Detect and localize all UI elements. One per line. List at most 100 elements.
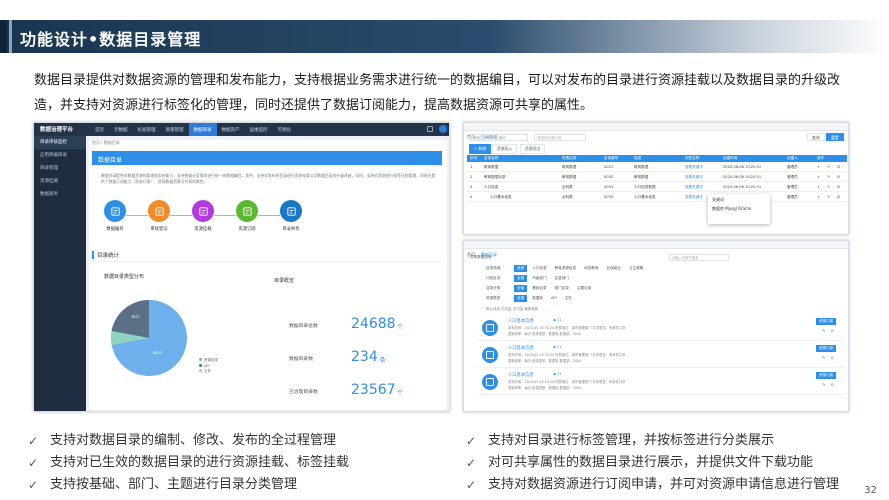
nav-item[interactable]: 数据目录 xyxy=(188,123,217,136)
card-action-icons[interactable]: ✎ ⊟ xyxy=(822,355,836,360)
flow-step-icon[interactable] xyxy=(280,200,302,222)
row-actions-icon[interactable]: + ✎ ⊟ xyxy=(817,173,843,182)
subscribe-button[interactable]: 资源订阅 xyxy=(816,318,836,325)
avatar[interactable] xyxy=(439,125,447,133)
filter-option[interactable]: 全部 xyxy=(514,264,528,272)
keyword-search-input[interactable]: 请输入关键字搜索 xyxy=(669,254,729,261)
nav-item[interactable]: 首页 xyxy=(90,123,109,136)
query-button[interactable]: 查询 xyxy=(807,133,825,141)
notification-icon[interactable] xyxy=(427,126,433,132)
table-row[interactable]: 2 教育数据目录 教育数据 0002 教育数据 查看关键字 2020-06-08 10:20… xyxy=(467,173,847,182)
filter-label: 目录分类 xyxy=(486,285,501,290)
bullet-item: ✓ 支持按基础、部门、主题进行目录分类管理 xyxy=(28,474,349,496)
filter-option[interactable]: 数据库 xyxy=(529,295,546,302)
row-actions-icon[interactable]: + ✎ ⊟ xyxy=(817,193,843,202)
flow-step-label: 资源挂载 xyxy=(194,227,212,232)
sort-bar[interactable]: 默认排序 访问量 访问量 最新更新 xyxy=(486,307,538,312)
filter-option[interactable]: 人口信息 xyxy=(529,265,549,272)
nav-item[interactable]: 数据资产 xyxy=(217,123,245,136)
table-row[interactable]: 1 教育数据 教育数据 0001 教育数据 查看关键字 2020-06-08 10:20:5… xyxy=(467,163,847,172)
table-cell[interactable]: 查看关键字 xyxy=(685,173,703,182)
filter-row: 资源类型 全部 数据库 API 文件 xyxy=(486,294,577,302)
table-cell: 人口信息 xyxy=(484,185,499,189)
catalog-card[interactable]: 人口基本信息 ◉ 21 发布时间：2020-05-18 10:20 所属单位：城市管… xyxy=(478,370,844,395)
sidebar-item[interactable]: 数据服务 xyxy=(34,188,86,201)
card-title[interactable]: 人口基本信息 xyxy=(508,345,534,351)
subscribe-button[interactable]: 资源订阅 xyxy=(816,345,836,352)
flow-step-icon[interactable] xyxy=(104,200,126,222)
table-cell[interactable]: 查看关键字 xyxy=(685,193,703,202)
flow-step-icon[interactable] xyxy=(148,200,170,222)
nav-item[interactable]: 运维监控 xyxy=(245,123,273,136)
card-title[interactable]: 人口基本信息 xyxy=(508,372,534,378)
toolbar-button[interactable]: 资源导入 xyxy=(492,144,518,154)
filter-option[interactable]: 全部 xyxy=(514,274,528,282)
card-action-icons[interactable]: ✎ ⊟ xyxy=(822,382,836,387)
app-logo: 数据治理平台 xyxy=(40,127,74,133)
search-input[interactable]: 请输入目录名称/编码 xyxy=(470,134,528,141)
filter-option[interactable]: 文件 xyxy=(562,295,575,302)
catalog-card[interactable]: 人口基本信息 ◉ 21 发布时间：2020-05-18 10:20 所属单位：城市管… xyxy=(478,316,844,341)
legend-label: 文件 xyxy=(204,369,211,373)
sidebar-item[interactable]: 应用库编目录 xyxy=(34,149,86,162)
check-icon: ✓ xyxy=(466,434,477,448)
column-header: 目录名称 xyxy=(484,156,499,160)
filter-option[interactable]: 部门目录 xyxy=(552,285,572,292)
filter-option[interactable]: 教育资源信息 xyxy=(552,265,580,272)
catalog-card[interactable]: 人口基本信息 ◉ 21 发布时间：2020-05-18 10:20 所属单位：城市管… xyxy=(478,343,844,368)
row-actions-icon[interactable]: + ✎ ⊟ xyxy=(817,183,843,192)
table-row[interactable]: 4人口基本信息全科数0003人口基本信息查看关键字2020-06-08 10:2… xyxy=(467,193,847,202)
table-cell[interactable]: 查看关键字 xyxy=(685,163,703,172)
card-meta-secondary: 更新频率：每日 资源类型：数据库 数据量：3000 xyxy=(508,332,582,336)
nav-item[interactable]: 可视化 xyxy=(273,123,297,136)
filter-option[interactable]: 卫生健康 xyxy=(626,265,646,272)
bullet-item: ✓ 对可共享属性的数据目录进行展示，并提供文件下载功能 xyxy=(466,452,839,474)
subscribe-button[interactable]: 资源订阅 xyxy=(816,372,836,379)
bullets-left: ✓ 支持对数据目录的编制、修改、发布的全过程管理 ✓ 支持对已生效的数据目录的进行资源… xyxy=(28,430,349,496)
stat-label: 数据目录数 xyxy=(289,357,313,362)
table-cell: 教育数据目录 xyxy=(484,175,506,179)
filter-label: 行政区划 xyxy=(486,275,501,280)
keyword-popup: 关键词 数据库 Mysql Oracle xyxy=(708,194,770,224)
filter-option[interactable]: 全部 xyxy=(514,294,528,302)
filter-option[interactable]: 区县部门 xyxy=(552,275,572,282)
nav-item[interactable]: 标准管理 xyxy=(133,123,161,136)
filter-option[interactable]: 市级部门 xyxy=(529,275,549,282)
filter-option[interactable]: 基础目录 xyxy=(529,285,549,292)
card-action-icons[interactable]: ✎ ⊟ xyxy=(822,328,836,333)
row-actions-icon[interactable]: + ✎ ⊟ xyxy=(817,163,843,172)
filter-option[interactable]: 社保就业 xyxy=(604,265,624,272)
table-cell[interactable]: 查看关键字 xyxy=(685,183,703,192)
popup-items: 数据库 Mysql Oracle xyxy=(712,206,752,211)
filter-option[interactable]: API xyxy=(548,295,560,301)
sidebar-item[interactable]: 目录管理 xyxy=(34,162,86,175)
database-glyph xyxy=(486,324,494,332)
toolbar-button[interactable]: 资源导出 xyxy=(520,144,546,154)
sidebar-item[interactable]: 目录审核监控 xyxy=(34,136,86,149)
table-row[interactable]: 3 人口信息 全科数 0003 人口信息数据 查看关键字 2020-06-08 10:20:… xyxy=(467,183,847,192)
stat-value: 24688 xyxy=(351,316,396,332)
table-cell: 3 xyxy=(470,185,473,189)
sidebar-item[interactable]: 资源挂载 xyxy=(34,175,86,188)
flow-step-icon[interactable] xyxy=(192,200,214,222)
flow-step-icon[interactable] xyxy=(236,200,258,222)
nav-item[interactable]: 质量管理 xyxy=(161,123,189,136)
filter-option[interactable]: 主题目录 xyxy=(574,285,594,292)
table-cell: 管理员 xyxy=(787,195,798,199)
filter-label: 资源类型 xyxy=(486,295,501,300)
filter-option[interactable]: 全部 xyxy=(514,284,528,292)
card-title[interactable]: 人口基本信息 xyxy=(508,318,534,324)
nav-item[interactable]: 元数据 xyxy=(109,123,133,136)
bullet-item: ✓ 支持对数据资源进行订阅申请，并可对资源申请信息进行管理 xyxy=(466,474,839,496)
category-select[interactable]: 请选择目录分类 xyxy=(534,134,586,141)
check-icon: ✓ xyxy=(28,478,39,492)
bullet-text: 支持对数据目录的编制、修改、发布的全过程管理 xyxy=(50,433,337,448)
database-glyph xyxy=(486,351,494,359)
toolbar-button[interactable]: + 新增 xyxy=(469,144,491,154)
stat-value: 23567 xyxy=(351,382,396,398)
card-meta-secondary: 更新频率：每日 资源类型：数据库 数据量：3000 xyxy=(508,359,582,363)
column-header: 操作 xyxy=(817,156,825,160)
reset-button[interactable]: 重置 xyxy=(826,133,844,141)
column-header: 创建时间 xyxy=(723,156,738,160)
filter-option[interactable]: 科技教育 xyxy=(581,265,601,272)
